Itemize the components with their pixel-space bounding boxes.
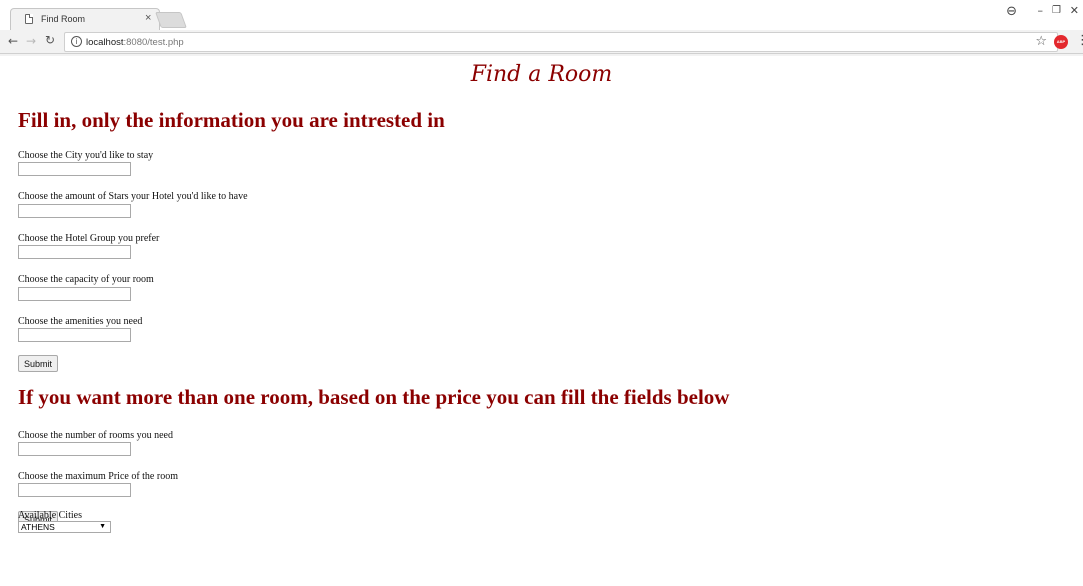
stars-input[interactable] bbox=[18, 204, 131, 218]
browser-chrome: Find Room × ⊖ – ❐ ✕ ← → ↻ i localhost:80… bbox=[0, 0, 1083, 56]
page-content: Find a Room Fill in, only the informatio… bbox=[0, 56, 1083, 586]
hotel-group-input[interactable] bbox=[18, 245, 131, 259]
amenities-label: Choose the amenities you need bbox=[18, 316, 143, 327]
page-icon bbox=[25, 14, 33, 24]
address-bar[interactable]: i localhost:8080/test.php ☆ bbox=[64, 32, 1058, 52]
tab-title: Find Room bbox=[41, 14, 86, 24]
url-path: :8080/test.php bbox=[123, 37, 184, 48]
city-label: Choose the City you'd like to stay bbox=[18, 150, 154, 161]
section2-heading: If you want more than one room, based on… bbox=[18, 385, 730, 409]
max-price-label: Choose the maximum Price of the room bbox=[18, 471, 178, 482]
url-host: localhost bbox=[86, 37, 124, 48]
available-cities-label: Available Cities bbox=[18, 510, 82, 521]
submit-search-button[interactable]: Submit bbox=[18, 355, 59, 372]
capacity-label: Choose the capacity of your room bbox=[18, 274, 154, 285]
new-tab-button[interactable] bbox=[155, 12, 187, 28]
amenities-input[interactable] bbox=[18, 328, 131, 342]
close-window-icon[interactable]: ✕ bbox=[1070, 4, 1079, 17]
chevron-down-icon: ▼ bbox=[99, 523, 106, 530]
stars-label: Choose the amount of Stars your Hotel yo… bbox=[18, 191, 248, 202]
city-input[interactable] bbox=[18, 162, 131, 176]
max-price-input[interactable] bbox=[18, 483, 131, 497]
browser-toolbar: ← → ↻ i localhost:8080/test.php ☆ ABP ⋮ bbox=[0, 30, 1083, 54]
info-icon[interactable]: i bbox=[71, 36, 82, 47]
city-select[interactable]: ATHENS ▼ bbox=[18, 521, 111, 533]
adblock-icon[interactable]: ABP bbox=[1054, 35, 1068, 49]
section1-heading: Fill in, only the information you are in… bbox=[18, 108, 445, 132]
page-title: Find a Room bbox=[470, 62, 613, 87]
url-text[interactable]: localhost:8080/test.php bbox=[86, 37, 184, 48]
tab-strip: Find Room × ⊖ – ❐ ✕ bbox=[0, 0, 1083, 30]
profile-icon[interactable]: ⊖ bbox=[1006, 4, 1017, 19]
minimize-icon[interactable]: – bbox=[1038, 4, 1044, 17]
restore-icon[interactable]: ❐ bbox=[1052, 5, 1061, 16]
star-icon[interactable]: ☆ bbox=[1035, 34, 1047, 49]
forward-icon[interactable]: → bbox=[26, 34, 36, 48]
city-select-value: ATHENS bbox=[21, 522, 55, 532]
back-icon[interactable]: ← bbox=[8, 34, 18, 48]
reload-icon[interactable]: ↻ bbox=[45, 33, 55, 47]
capacity-input[interactable] bbox=[18, 287, 131, 301]
tab-find-room[interactable]: Find Room × bbox=[10, 8, 160, 30]
rooms-input[interactable] bbox=[18, 442, 131, 456]
close-icon[interactable]: × bbox=[145, 12, 151, 24]
menu-icon[interactable]: ⋮ bbox=[1076, 33, 1083, 48]
hotel-group-label: Choose the Hotel Group you prefer bbox=[18, 233, 160, 244]
rooms-label: Choose the number of rooms you need bbox=[18, 430, 173, 441]
